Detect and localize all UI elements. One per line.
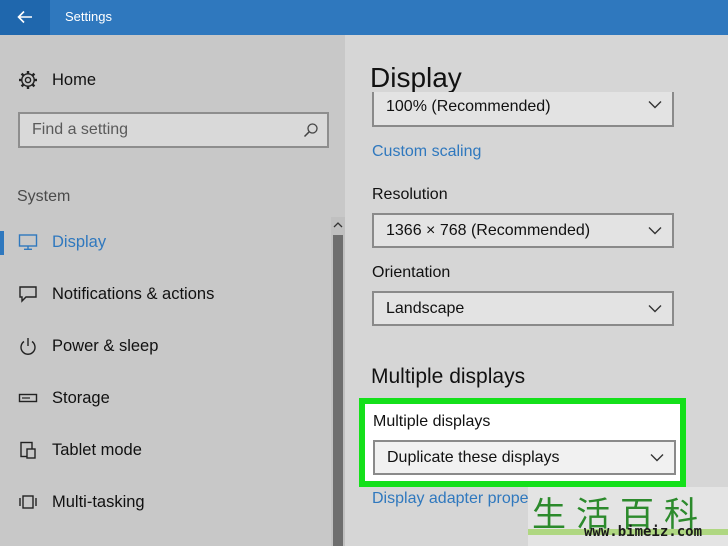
sidebar-item-multitasking[interactable]: Multi-tasking bbox=[0, 487, 330, 517]
sidebar-item-label: Multi-tasking bbox=[52, 493, 145, 511]
sidebar-item-label: Tablet mode bbox=[52, 441, 142, 459]
sidebar-item-storage[interactable]: Storage bbox=[0, 383, 330, 413]
sidebar: Home Find a setting System Display Notif… bbox=[0, 35, 345, 546]
back-button[interactable] bbox=[0, 0, 50, 35]
orientation-label: Orientation bbox=[372, 264, 451, 281]
watermark: 生活百科 www.bimeiz.com bbox=[528, 487, 728, 546]
sidebar-item-display[interactable]: Display bbox=[0, 227, 330, 257]
scroll-up-arrow-icon[interactable] bbox=[331, 217, 345, 233]
sidebar-item-power-sleep[interactable]: Power & sleep bbox=[0, 331, 330, 361]
watermark-url: www.bimeiz.com bbox=[584, 524, 703, 540]
multiple-displays-value: Duplicate these displays bbox=[387, 449, 560, 466]
chevron-down-icon bbox=[650, 454, 664, 462]
search-placeholder: Find a setting bbox=[32, 121, 129, 138]
search-icon bbox=[303, 123, 318, 138]
resolution-dropdown[interactable]: 1366 × 768 (Recommended) bbox=[372, 213, 674, 248]
orientation-dropdown[interactable]: Landscape bbox=[372, 291, 674, 326]
home-nav-item[interactable]: Home bbox=[18, 69, 96, 91]
sidebar-item-tablet-mode[interactable]: Tablet mode bbox=[0, 435, 330, 465]
scale-value: 100% (Recommended) bbox=[386, 98, 551, 115]
power-icon bbox=[20, 338, 36, 355]
scrollbar-thumb[interactable] bbox=[333, 235, 343, 546]
gear-icon bbox=[19, 71, 37, 89]
chevron-down-icon bbox=[648, 305, 662, 313]
sidebar-item-notifications[interactable]: Notifications & actions bbox=[0, 279, 330, 309]
display-adapter-link[interactable]: Display adapter prope bbox=[372, 490, 529, 508]
sidebar-scrollbar[interactable] bbox=[331, 217, 345, 546]
sidebar-item-label: Storage bbox=[52, 389, 110, 407]
orientation-value: Landscape bbox=[386, 300, 465, 317]
multitasking-icon bbox=[19, 495, 37, 509]
back-arrow-icon bbox=[17, 10, 32, 24]
title-bar: Settings bbox=[0, 0, 728, 35]
monitor-icon bbox=[18, 234, 38, 250]
home-label: Home bbox=[52, 70, 97, 89]
multiple-displays-dropdown[interactable]: Duplicate these displays bbox=[373, 440, 676, 475]
multiple-displays-highlight: Multiple displays Duplicate these displa… bbox=[359, 398, 686, 487]
chevron-down-icon bbox=[648, 101, 662, 109]
storage-icon bbox=[18, 393, 38, 403]
sidebar-item-label: Notifications & actions bbox=[52, 285, 215, 303]
sidebar-item-label: Power & sleep bbox=[52, 337, 159, 355]
tablet-mode-icon bbox=[20, 441, 36, 459]
scale-dropdown[interactable]: 100% (Recommended) bbox=[372, 92, 674, 127]
chevron-down-icon bbox=[648, 227, 662, 235]
section-label-system: System bbox=[17, 188, 71, 205]
sidebar-item-label: Display bbox=[52, 233, 107, 251]
resolution-value: 1366 × 768 (Recommended) bbox=[386, 222, 591, 239]
page-title: Display bbox=[370, 62, 462, 93]
resolution-label: Resolution bbox=[372, 186, 448, 203]
multiple-displays-heading: Multiple displays bbox=[371, 365, 526, 388]
multiple-displays-label: Multiple displays bbox=[373, 413, 491, 430]
notifications-icon bbox=[19, 286, 37, 303]
window-title: Settings bbox=[65, 9, 112, 24]
search-input[interactable]: Find a setting bbox=[18, 112, 329, 148]
custom-scaling-link[interactable]: Custom scaling bbox=[372, 143, 481, 161]
